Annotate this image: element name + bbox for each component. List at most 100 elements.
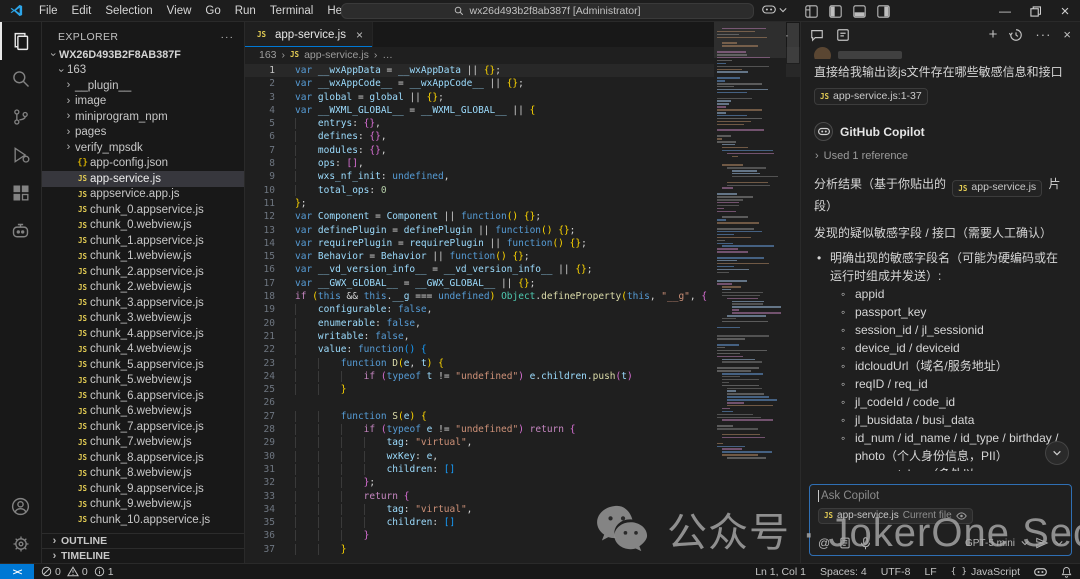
- tree-folder-163[interactable]: ›163: [42, 63, 244, 79]
- tree-file-chunk_9.appservice.js[interactable]: JSchunk_9.appservice.js: [42, 481, 244, 497]
- tree-folder-verify_mpsdk[interactable]: ›verify_mpsdk: [42, 140, 244, 156]
- tree-folder-miniprogram_npm[interactable]: ›miniprogram_npm: [42, 109, 244, 125]
- tree-file-chunk_10.appservice.js[interactable]: JSchunk_10.appservice.js: [42, 512, 244, 528]
- source-control-icon[interactable]: [0, 98, 42, 136]
- tab-close-icon[interactable]: ×: [356, 28, 363, 42]
- copilot-chat-icon[interactable]: [0, 212, 42, 250]
- code-line[interactable]: 35 children: []: [245, 516, 800, 529]
- tree-file-chunk_0.appservice.js[interactable]: JSchunk_0.appservice.js: [42, 202, 244, 218]
- breadcrumb-symbol[interactable]: …: [382, 49, 393, 61]
- menu-run[interactable]: Run: [228, 3, 263, 19]
- menu-go[interactable]: Go: [198, 3, 227, 19]
- tree-folder-pages[interactable]: ›pages: [42, 125, 244, 141]
- menu-edit[interactable]: Edit: [65, 3, 99, 19]
- status-item[interactable]: Ln 1, Col 1: [755, 566, 806, 578]
- history-icon[interactable]: [1009, 28, 1023, 42]
- tree-file-chunk_1.appservice.js[interactable]: JSchunk_1.appservice.js: [42, 233, 244, 249]
- explorer-icon[interactable]: [0, 22, 42, 60]
- breadcrumb-file[interactable]: app-service.js: [304, 49, 369, 61]
- tab-app-service[interactable]: JS app-service.js ×: [245, 22, 373, 47]
- model-picker[interactable]: GPT-5 mini: [965, 538, 1015, 549]
- code-line[interactable]: 32 };: [245, 476, 800, 489]
- language-mode[interactable]: { } JavaScript: [951, 566, 1020, 578]
- menu-selection[interactable]: Selection: [98, 3, 159, 19]
- timeline-section[interactable]: › TIMELINE: [42, 548, 244, 563]
- code-line[interactable]: 34 tag: "virtual",: [245, 503, 800, 516]
- settings-gear-icon[interactable]: [0, 525, 42, 563]
- tree-file-chunk_7.appservice.js[interactable]: JSchunk_7.appservice.js: [42, 419, 244, 435]
- tree-folder-image[interactable]: ›image: [42, 94, 244, 110]
- menu-file[interactable]: File: [32, 3, 65, 19]
- tree-file-chunk_2.appservice.js[interactable]: JSchunk_2.appservice.js: [42, 264, 244, 280]
- menu-view[interactable]: View: [160, 3, 199, 19]
- code-line[interactable]: 37 }: [245, 543, 800, 556]
- context-file-chip[interactable]: JS app-service.js Current file: [818, 508, 973, 524]
- mention-icon[interactable]: @: [818, 536, 830, 550]
- tree-file-chunk_7.webview.js[interactable]: JSchunk_7.webview.js: [42, 435, 244, 451]
- scrollbar-slider[interactable]: [787, 23, 799, 63]
- toggle-sidebar-icon[interactable]: [829, 5, 842, 18]
- tree-file-chunk_2.webview.js[interactable]: JSchunk_2.webview.js: [42, 280, 244, 296]
- code-line[interactable]: 33 return {: [245, 490, 800, 503]
- panel-more-icon[interactable]: ···: [1035, 27, 1051, 42]
- chat-input-placeholder[interactable]: Ask Copilot: [821, 490, 879, 502]
- chevron-down-icon[interactable]: [1021, 539, 1029, 547]
- status-item[interactable]: LF: [924, 566, 936, 578]
- problems-status[interactable]: 0 0 1: [41, 566, 114, 578]
- tree-file-chunk_3.webview.js[interactable]: JSchunk_3.webview.js: [42, 311, 244, 327]
- tree-file-chunk_8.webview.js[interactable]: JSchunk_8.webview.js: [42, 466, 244, 482]
- run-debug-icon[interactable]: [0, 136, 42, 174]
- tree-root[interactable]: ›WX26D493B2F8AB387F: [42, 47, 244, 63]
- scroll-to-bottom-button[interactable]: [1045, 441, 1069, 465]
- outline-section[interactable]: › OUTLINE: [42, 533, 244, 548]
- tree-file-app-config.json[interactable]: {}app-config.json: [42, 156, 244, 172]
- explorer-more-icon[interactable]: ···: [221, 31, 235, 43]
- toggle-panel-icon[interactable]: [853, 5, 866, 18]
- tree-file-app-service.js[interactable]: JSapp-service.js: [42, 171, 244, 187]
- attach-context-icon[interactable]: [839, 537, 851, 549]
- status-item[interactable]: Spaces: 4: [820, 566, 867, 578]
- titlebar-copilot-button[interactable]: [762, 3, 787, 16]
- close-panel-icon[interactable]: ×: [1063, 27, 1071, 42]
- tree-file-chunk_8.appservice.js[interactable]: JSchunk_8.appservice.js: [42, 450, 244, 466]
- tree-file-chunk_1.webview.js[interactable]: JSchunk_1.webview.js: [42, 249, 244, 265]
- editor-scrollbar[interactable]: [786, 22, 800, 563]
- notifications-bell-icon[interactable]: [1061, 566, 1072, 578]
- tree-file-chunk_6.appservice.js[interactable]: JSchunk_6.appservice.js: [42, 388, 244, 404]
- inline-file-chip[interactable]: JS app-service.js: [952, 180, 1042, 197]
- tree-file-chunk_9.webview.js[interactable]: JSchunk_9.webview.js: [42, 497, 244, 513]
- send-icon[interactable]: [1035, 536, 1049, 550]
- tree-file-chunk_0.webview.js[interactable]: JSchunk_0.webview.js: [42, 218, 244, 234]
- account-icon[interactable]: [0, 487, 42, 525]
- remote-indicator[interactable]: ><: [0, 564, 34, 579]
- search-sidebar-icon[interactable]: [0, 60, 42, 98]
- tree-folder-__plugin__[interactable]: ›__plugin__: [42, 78, 244, 94]
- chat-input-box[interactable]: Ask Copilot JS app-service.js Current fi…: [809, 484, 1072, 556]
- tree-file-appservice.app.js[interactable]: JSappservice.app.js: [42, 187, 244, 203]
- restore-button[interactable]: [1020, 0, 1050, 22]
- new-chat-icon[interactable]: +: [989, 26, 998, 43]
- command-center-search[interactable]: wx26d493b2f8ab387f [Administrator]: [341, 3, 754, 19]
- attachment-chip[interactable]: JS app-service.js:1-37: [814, 88, 928, 105]
- extensions-icon[interactable]: [0, 174, 42, 212]
- copilot-status-icon[interactable]: [1034, 566, 1047, 578]
- tree-file-chunk_6.webview.js[interactable]: JSchunk_6.webview.js: [42, 404, 244, 420]
- tree-file-chunk_3.appservice.js[interactable]: JSchunk_3.appservice.js: [42, 295, 244, 311]
- minimize-button[interactable]: —: [990, 0, 1020, 22]
- breadcrumb-folder[interactable]: 163: [259, 49, 277, 61]
- tree-file-chunk_4.appservice.js[interactable]: JSchunk_4.appservice.js: [42, 326, 244, 342]
- close-window-button[interactable]: ×: [1050, 0, 1080, 22]
- toggle-secondary-sidebar-icon[interactable]: [877, 5, 890, 18]
- customize-layout-icon[interactable]: [805, 5, 818, 18]
- send-options-chevron-icon[interactable]: [1055, 539, 1063, 547]
- tree-file-chunk_5.webview.js[interactable]: JSchunk_5.webview.js: [42, 373, 244, 389]
- eye-icon[interactable]: [956, 512, 967, 520]
- tree-file-chunk_4.webview.js[interactable]: JSchunk_4.webview.js: [42, 342, 244, 358]
- tree-file-chunk_5.appservice.js[interactable]: JSchunk_5.appservice.js: [42, 357, 244, 373]
- menu-terminal[interactable]: Terminal: [263, 3, 320, 19]
- used-references[interactable]: › Used 1 reference: [815, 148, 1067, 165]
- code-line[interactable]: 36 }: [245, 529, 800, 542]
- status-item[interactable]: UTF-8: [881, 566, 911, 578]
- mic-icon[interactable]: [860, 537, 871, 550]
- minimap[interactable]: [714, 22, 786, 477]
